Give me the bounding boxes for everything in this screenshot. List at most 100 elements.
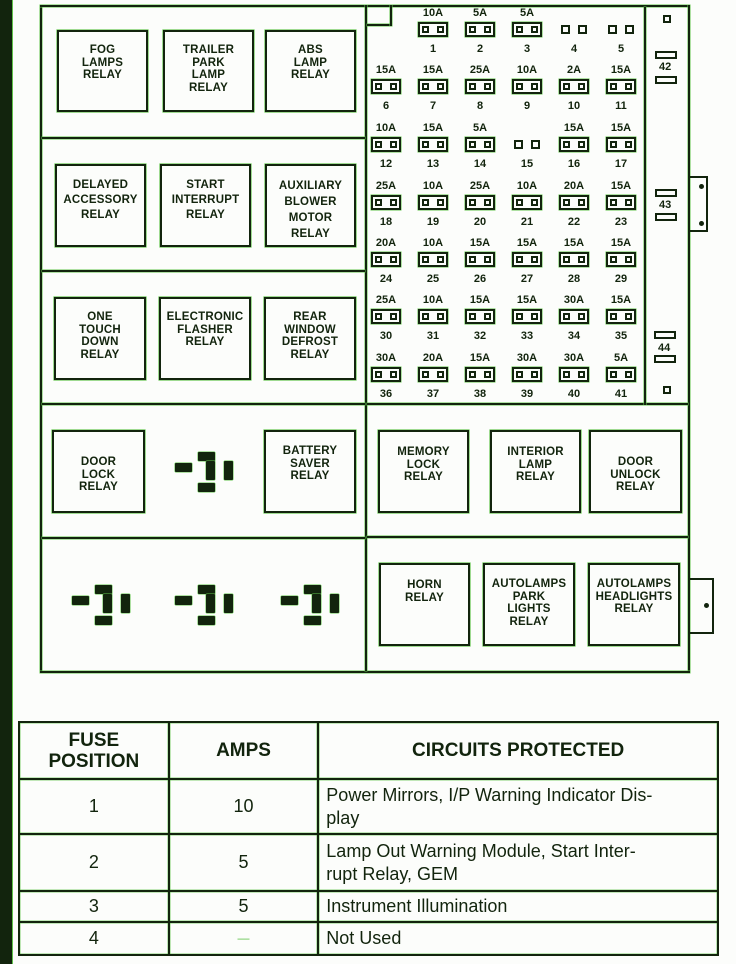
fuse-6[interactable]: 15A 6 (363, 64, 409, 120)
fuse-26[interactable]: 15A 26 (457, 237, 503, 293)
fuse-number: 8 (476, 100, 484, 112)
fuse-20[interactable]: 25A 20 (457, 180, 503, 236)
fuse-number: 15 (520, 158, 534, 170)
fuse-11[interactable]: 15A 11 (598, 64, 644, 120)
fuse-rating: 5A (519, 7, 535, 19)
socket-pin (224, 594, 233, 613)
socket-pin (206, 594, 215, 613)
socket-pin (330, 594, 339, 613)
fuse-rating: 20A (563, 180, 585, 192)
fuse-9[interactable]: 10A 9 (504, 64, 550, 120)
frame-bottom (40, 671, 690, 673)
fuse-number: 32 (473, 330, 487, 342)
fuse-rating: 10A (422, 294, 444, 306)
fuse-number: 4 (570, 43, 578, 55)
connector-pin (699, 221, 704, 226)
fuse-body-icon (559, 137, 589, 152)
corner-notch (390, 5, 392, 26)
fuse-13[interactable]: 15A 13 (410, 122, 456, 178)
fuse-17[interactable]: 15A 17 (598, 122, 644, 178)
fuse-body-icon (418, 79, 448, 94)
fuse-30[interactable]: 25A 30 (363, 294, 409, 350)
fuse-21[interactable]: 10A 21 (504, 180, 550, 236)
fuse-body-icon (465, 367, 495, 382)
socket-pin (206, 461, 215, 480)
fuse-7[interactable]: 15A 7 (410, 64, 456, 120)
relay-battery-saver[interactable]: BATTERY SAVER RELAY (264, 430, 356, 513)
socket-pin (103, 594, 112, 613)
relay-electronic-flasher[interactable]: ELECTRONIC FLASHER RELAY (159, 297, 251, 380)
fuse-number: 22 (567, 216, 581, 228)
fuse-33[interactable]: 15A 33 (504, 294, 550, 350)
relay-fog-lamps[interactable]: FOG LAMPS RELAY (57, 30, 148, 112)
socket-pin (95, 585, 112, 594)
cell-circuits: Not Used (317, 921, 719, 956)
fuse-number: 14 (473, 158, 487, 170)
fuse-16[interactable]: 15A 16 (551, 122, 597, 178)
relay-delayed-accessory[interactable]: DELAYED ACCESSORY RELAY (55, 164, 146, 247)
relay-interior-lamp[interactable]: INTERIOR LAMP RELAY (490, 430, 581, 513)
fuse-19[interactable]: 10A 19 (410, 180, 456, 236)
table-header-row: FUSE POSITION AMPS CIRCUITS PROTECTED (18, 721, 719, 780)
fuse-1[interactable]: 10A 1 (410, 7, 456, 63)
cell-amps: — (167, 921, 320, 956)
relay-autolamps-headlights[interactable]: AUTOLAMPS HEADLIGHTS RELAY (588, 563, 680, 646)
fuse-15[interactable]: 15 (504, 122, 550, 178)
maxi-fuse-43-label[interactable]: 43 (659, 199, 671, 211)
fuse-36[interactable]: 30A 36 (363, 352, 409, 408)
fuse-18[interactable]: 25A 18 (363, 180, 409, 236)
fuse-8[interactable]: 25A 8 (457, 64, 503, 120)
fuse-23[interactable]: 15A 23 (598, 180, 644, 236)
fuse-5[interactable]: 5 (598, 7, 644, 63)
fuse-rating: 5A (472, 7, 488, 19)
fuse-rating: 30A (516, 352, 538, 364)
fuse-rating: 15A (610, 180, 632, 192)
fuse-4[interactable]: 4 (551, 7, 597, 63)
fuse-31[interactable]: 10A 31 (410, 294, 456, 350)
fuse-12[interactable]: 10A 12 (363, 122, 409, 178)
fuse-39[interactable]: 30A 39 (504, 352, 550, 408)
fuse-2[interactable]: 5A 2 (457, 7, 503, 63)
fuse-32[interactable]: 15A 32 (457, 294, 503, 350)
fuse-24[interactable]: 20A 24 (363, 237, 409, 293)
fuse-rating (598, 7, 644, 20)
fuse-29[interactable]: 15A 29 (598, 237, 644, 293)
relay-abs-lamp[interactable]: ABS LAMP RELAY (265, 30, 356, 112)
maxi-fuse-42-label[interactable]: 42 (659, 61, 671, 73)
relay-auxiliary-blower-motor[interactable]: AUXILIARY BLOWER MOTOR RELAY (265, 164, 356, 247)
fuse-3[interactable]: 5A 3 (504, 7, 550, 63)
fuse-41[interactable]: 5A 41 (598, 352, 644, 408)
fuse-22[interactable]: 20A 22 (551, 180, 597, 236)
maxi-fuse-43-slot-top (655, 189, 677, 197)
fuse-number: 7 (429, 100, 437, 112)
relay-horn[interactable]: HORN RELAY (379, 563, 470, 646)
fuse-10[interactable]: 2A 10 (551, 64, 597, 120)
fuse-25[interactable]: 10A 25 (410, 237, 456, 293)
fuse-body-icon (559, 367, 589, 382)
fuse-34[interactable]: 30A 34 (551, 294, 597, 350)
fuse-40[interactable]: 30A 40 (551, 352, 597, 408)
fuse-38[interactable]: 15A 38 (457, 352, 503, 408)
fuse-28[interactable]: 15A 28 (551, 237, 597, 293)
fuse-body-icon (512, 79, 542, 94)
fuse-body-icon (559, 79, 589, 94)
fuse-body-icon (606, 79, 636, 94)
fuse-body-icon (371, 309, 401, 324)
relay-door-lock[interactable]: DOOR LOCK RELAY (52, 430, 145, 513)
relay-autolamps-park-lights[interactable]: AUTOLAMPS PARK LIGHTS RELAY (483, 563, 575, 646)
socket-pin (121, 594, 130, 613)
fuse-number: 9 (523, 100, 531, 112)
fuse-35[interactable]: 15A 35 (598, 294, 644, 350)
relay-one-touch-down[interactable]: ONE TOUCH DOWN RELAY (54, 297, 146, 380)
relay-trailer-park-lamp[interactable]: TRAILER PARK LAMP RELAY (163, 30, 254, 112)
fuse-37[interactable]: 20A 37 (410, 352, 456, 408)
relay-start-interrupt[interactable]: START INTERRUPT RELAY (160, 164, 251, 247)
fuse-27[interactable]: 15A 27 (504, 237, 550, 293)
fuse-body-icon (465, 79, 495, 94)
fuse-14[interactable]: 5A 14 (457, 122, 503, 178)
relay-memory-lock[interactable]: MEMORY LOCK RELAY (378, 430, 469, 513)
fuse-rating: 20A (375, 237, 397, 249)
relay-door-unlock[interactable]: DOOR UNLOCK RELAY (589, 430, 682, 513)
relay-rear-window-defrost[interactable]: REAR WINDOW DEFROST RELAY (264, 297, 356, 380)
maxi-fuse-44-label[interactable]: 44 (658, 342, 670, 354)
